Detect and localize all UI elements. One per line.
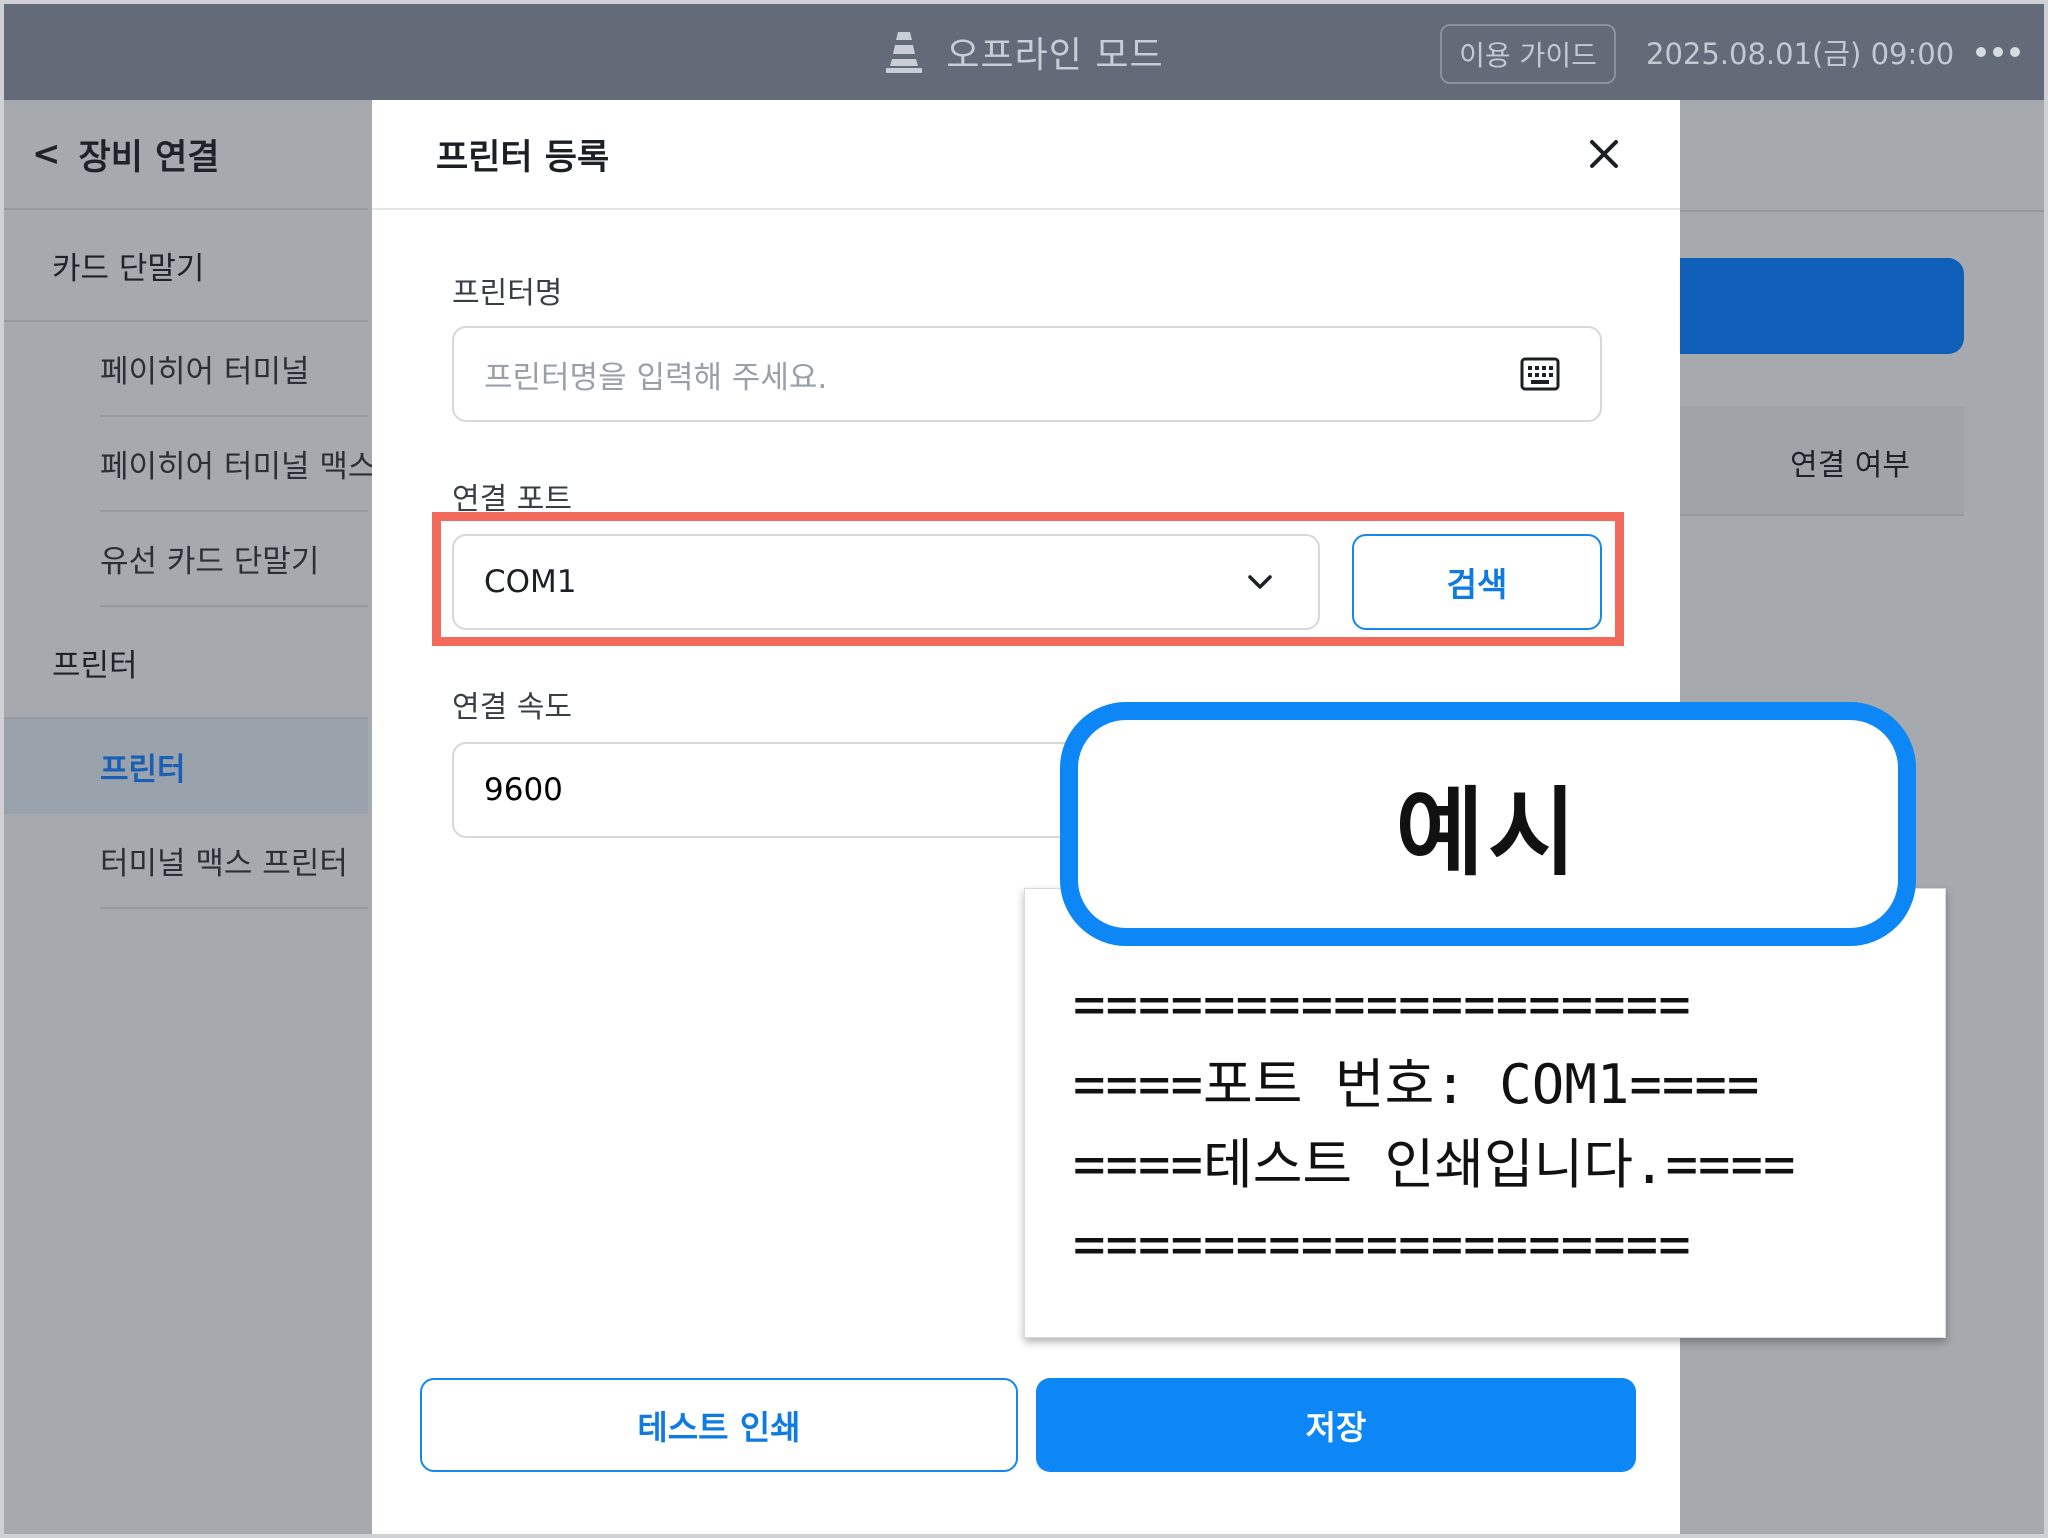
port-select[interactable]: COM1 <box>452 534 1320 630</box>
sidebar-item-wired-card-terminal[interactable]: 유선 카드 단말기 <box>100 512 368 607</box>
speed-label: 연결 속도 <box>452 690 572 725</box>
example-badge-label: 예시 <box>1395 776 1581 889</box>
sidebar-group-printer: 프린터 <box>4 607 368 719</box>
printer-name-input[interactable]: 프린터명을 입력해 주세요. <box>452 326 1602 422</box>
chevron-left-icon[interactable]: < <box>32 134 61 174</box>
more-dots-icon[interactable] <box>1976 42 2020 62</box>
receipt-line: =================== <box>1073 973 1691 1036</box>
sidebar-group-card: 카드 단말기 <box>4 210 368 322</box>
sidebar-item-payhere-terminal[interactable]: 페이히어 터미널 <box>100 322 368 417</box>
receipt-line: ====포트 번호: COM1==== <box>1073 1053 1760 1116</box>
receipt-line: ====테스트 인쇄입니다.==== <box>1073 1133 1796 1196</box>
sidebar-item-terminal-max-printer[interactable]: 터미널 맥스 프린터 <box>100 814 368 909</box>
keyboard-icon[interactable] <box>1520 356 1560 392</box>
receipt-line: =================== <box>1073 1213 1691 1276</box>
search-button[interactable]: 검색 <box>1352 534 1602 630</box>
background-divider <box>1674 210 2044 212</box>
port-select-value: COM1 <box>484 564 577 600</box>
connection-status-header: 연결 여부 <box>1790 448 1910 483</box>
example-badge: 예시 <box>1060 702 1916 946</box>
sidebar-item-payhere-terminal-max[interactable]: 페이히어 터미널 맥스 <box>100 417 376 512</box>
speed-value: 9600 <box>484 772 563 808</box>
receipt-lines: =================== ====포트 번호: COM1==== … <box>1073 965 1913 1285</box>
printer-name-placeholder: 프린터명을 입력해 주세요. <box>484 359 828 396</box>
dialog-title: 프린터 등록 <box>436 137 610 178</box>
traffic-cone-icon <box>884 30 924 74</box>
sidebar-header: < 장비 연결 <box>4 100 368 210</box>
datetime-label: 2025.08.01(금) 09:00 <box>1646 37 1955 71</box>
chevron-down-icon <box>1246 570 1274 594</box>
sidebar-title: 장비 연결 <box>78 137 220 178</box>
test-print-button[interactable]: 테스트 인쇄 <box>420 1378 1018 1472</box>
guide-button[interactable]: 이용 가이드 <box>1440 24 1616 84</box>
mode-label: 오프라인 모드 <box>946 35 1164 76</box>
top-bar: 오프라인 모드 이용 가이드 2025.08.01(금) 09:00 <box>4 4 2044 100</box>
dialog-header: 프린터 등록 <box>372 100 1680 210</box>
printer-name-label: 프린터명 <box>452 276 563 311</box>
app-window: 오프라인 모드 이용 가이드 2025.08.01(금) 09:00 < 장비 … <box>4 4 2044 1534</box>
sidebar: < 장비 연결 카드 단말기 페이히어 터미널 페이히어 터미널 맥스 유선 카… <box>4 100 376 1534</box>
background-primary-button <box>1664 258 1964 354</box>
close-icon[interactable] <box>1586 136 1622 172</box>
save-button[interactable]: 저장 <box>1036 1378 1636 1472</box>
sidebar-item-printer[interactable]: 프린터 <box>4 719 368 814</box>
example-receipt: =================== ====포트 번호: COM1==== … <box>1024 888 1946 1338</box>
